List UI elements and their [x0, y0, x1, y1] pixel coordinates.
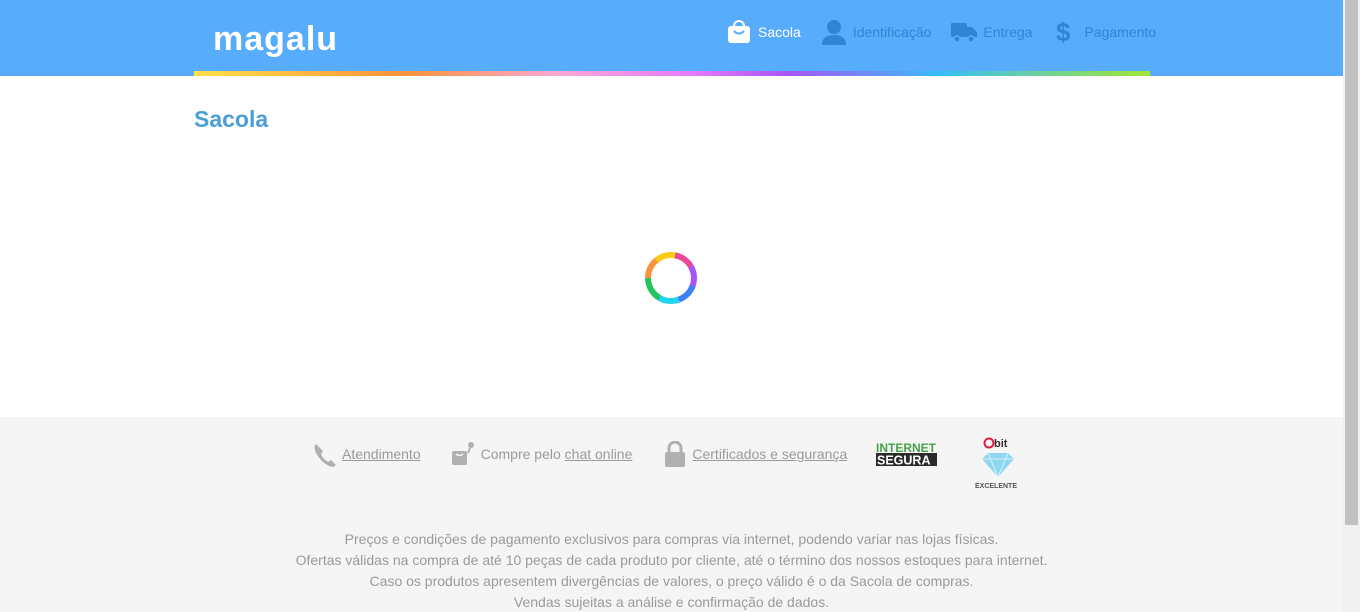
- svg-text:EXCELENTE: EXCELENTE: [975, 483, 1017, 490]
- step-label: Pagamento: [1084, 24, 1157, 40]
- footer-note: Preços e condições de pagamento exclusiv…: [344, 531, 999, 547]
- magalu-logo[interactable]: magalu: [213, 18, 353, 60]
- svg-text:$: $: [1056, 19, 1071, 45]
- footer-note: Vendas sujeitas a análise e confirmação …: [513, 594, 830, 610]
- phone-icon: [312, 441, 338, 467]
- checkout-steps: Sacola Identificação Entrega $ Pagamento: [726, 18, 1156, 46]
- user-icon: [821, 19, 847, 45]
- rainbow-divider: [194, 71, 1150, 76]
- footer-note: Caso os produtos apresentem divergências…: [369, 573, 974, 589]
- step-identificacao[interactable]: Identificação: [821, 19, 932, 45]
- chat-prefix: Compre pelo: [480, 446, 561, 462]
- atendimento-label[interactable]: Atendimento: [342, 446, 421, 462]
- atendimento-link[interactable]: Atendimento: [312, 441, 421, 467]
- svg-text:magalu: magalu: [213, 20, 338, 58]
- page-title: Sacola: [194, 106, 269, 132]
- lock-icon: [662, 441, 688, 467]
- svg-text:SEGURA: SEGURA: [877, 454, 930, 468]
- ebit-badge[interactable]: bit EXCELENTE: [972, 435, 1024, 493]
- step-sacola[interactable]: Sacola: [726, 19, 801, 45]
- footer-note: Ofertas válidas na compra de até 10 peça…: [295, 552, 1048, 568]
- page: magalu Sacola Identificação Entrega $ Pa…: [0, 0, 1343, 612]
- vertical-scrollbar[interactable]: [1343, 0, 1360, 612]
- svg-text:bit: bit: [994, 438, 1008, 450]
- header: magalu Sacola Identificação Entrega $ Pa…: [0, 0, 1343, 76]
- dollar-icon: $: [1052, 19, 1078, 45]
- step-pagamento[interactable]: $ Pagamento: [1052, 19, 1156, 45]
- chat-bag-icon: [451, 441, 477, 467]
- loading-spinner: [645, 251, 697, 304]
- shopping-bag-icon: [726, 19, 752, 45]
- step-label: Entrega: [983, 24, 1033, 40]
- certificados-link[interactable]: Certificados e segurança: [662, 441, 847, 467]
- truck-icon: [951, 19, 978, 45]
- step-entrega[interactable]: Entrega: [951, 19, 1032, 45]
- scrollbar-thumb[interactable]: [1345, 0, 1358, 525]
- chat-online-link: Compre pelo chat online: [451, 441, 633, 467]
- footer: Atendimento Compre pelo chat online Cert…: [0, 417, 1343, 612]
- chat-online-label[interactable]: chat online: [565, 446, 633, 462]
- footer-links: Atendimento Compre pelo chat online Cert…: [312, 441, 877, 467]
- footer-notes: Preços e condições de pagamento exclusiv…: [0, 529, 1343, 612]
- step-label: Sacola: [758, 24, 801, 40]
- internet-segura-badge[interactable]: INTERNET SEGURA: [876, 441, 938, 467]
- step-label: Identificação: [852, 24, 932, 40]
- certificados-label[interactable]: Certificados e segurança: [692, 446, 847, 462]
